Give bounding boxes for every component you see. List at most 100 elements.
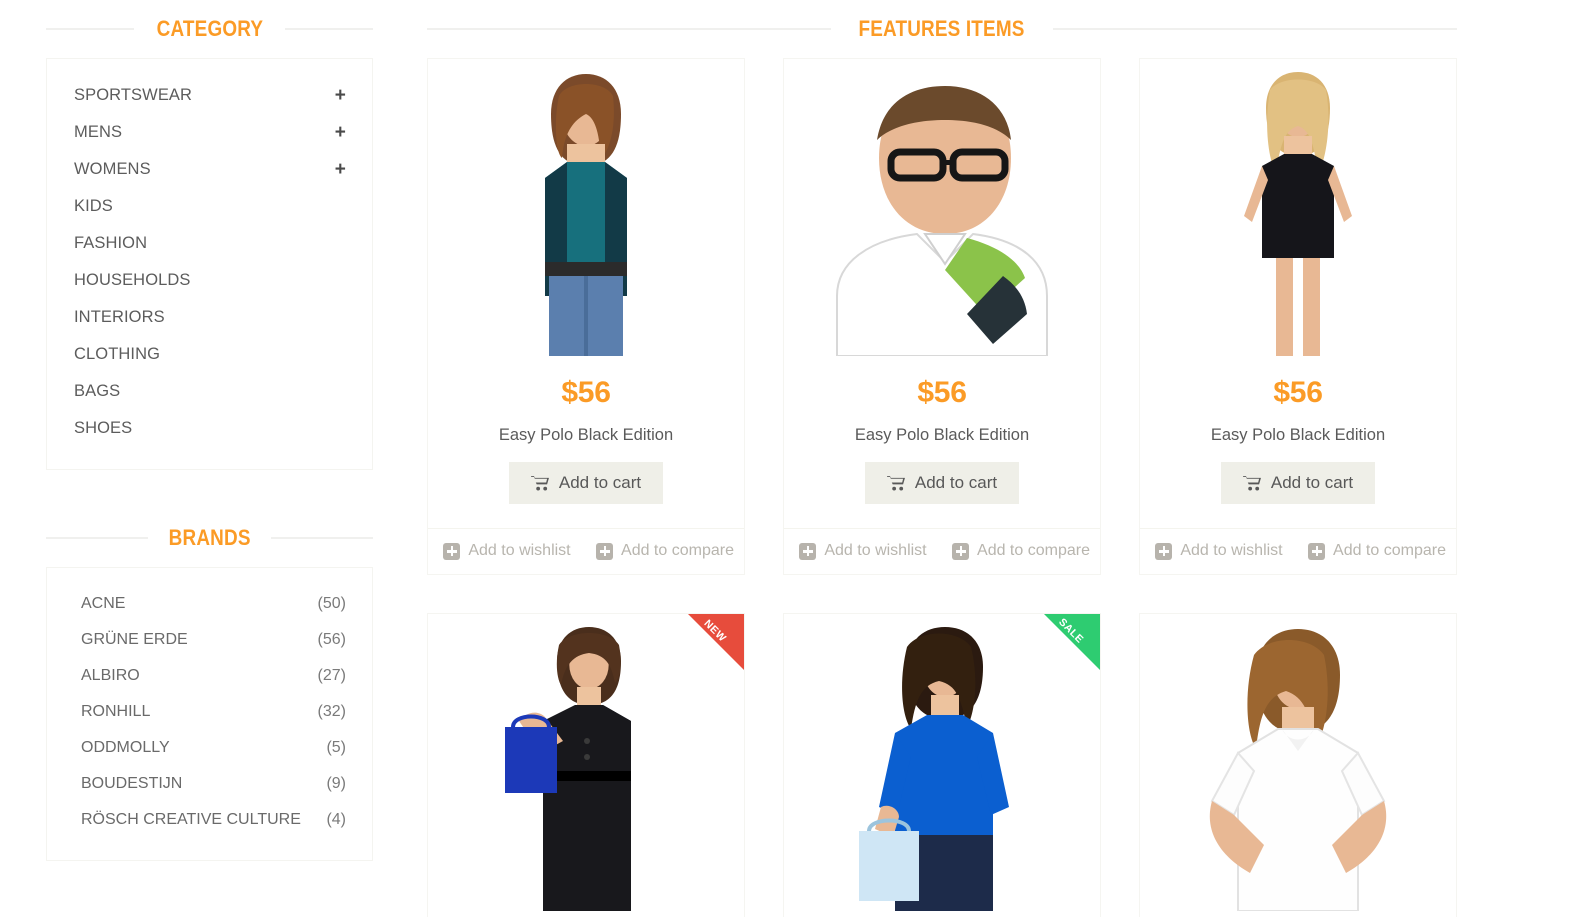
category-item[interactable]: BAGS	[47, 373, 372, 410]
product-card[interactable]: $56 Easy Polo Black Edition Add to cart Add…	[1139, 58, 1457, 575]
features-items-section: FEATURES ITEMS $56 Easy Polo Black Editio…	[427, 0, 1458, 917]
shopping-cart-icon	[886, 475, 906, 491]
brand-item[interactable]: RÖSCH CREATIVE CULTURE (4)	[47, 802, 372, 838]
brand-item-label: BOUDESTIJN	[81, 775, 183, 792]
brand-item-label: GRÜNE ERDE	[81, 631, 188, 648]
brand-item-label: RONHILL	[81, 703, 151, 720]
add-to-compare-link[interactable]: Add to compare	[1298, 542, 1456, 560]
brands-heading-label: BRANDS	[168, 525, 251, 550]
add-to-wishlist-label: Add to wishlist	[1180, 542, 1283, 559]
category-item[interactable]: WOMENS +	[47, 151, 372, 188]
category-item[interactable]: KIDS	[47, 188, 372, 225]
shopping-cart-icon	[1242, 475, 1262, 491]
add-to-cart-button[interactable]: Add to cart	[864, 462, 1020, 504]
product-card-body: $56 Easy Polo Black Edition Add to cart	[1140, 59, 1456, 528]
brand-item[interactable]: ACNE (50)	[47, 586, 372, 622]
category-item-label: MENS	[74, 123, 123, 141]
plus-icon[interactable]: +	[335, 123, 346, 142]
category-item[interactable]: SPORTSWEAR +	[47, 77, 372, 114]
product-grid: $56 Easy Polo Black Edition Add to cart Add…	[427, 58, 1457, 917]
category-item-label: CLOTHING	[74, 345, 161, 363]
brand-item-count: (32)	[317, 703, 346, 720]
product-card[interactable]: $56Easy Polo Black EditionAdd to cartAdd…	[1139, 613, 1457, 917]
brand-item-count: (9)	[326, 775, 346, 792]
brand-item-count: (50)	[317, 595, 346, 612]
sidebar: CATEGORY SPORTSWEAR + MENS + WOMENS + KIDS FASH…	[46, 0, 374, 861]
product-card-body: $56Easy Polo Black EditionAdd to cart	[428, 59, 744, 528]
brand-item-label: RÖSCH CREATIVE CULTURE	[81, 811, 301, 828]
plus-square-icon	[1155, 542, 1173, 560]
plus-icon[interactable]: +	[335, 160, 346, 179]
category-panel: SPORTSWEAR + MENS + WOMENS + KIDS FASHION HOUSEH…	[46, 58, 373, 470]
product-card[interactable]: SALE$56Easy Polo Black EditionAdd to car…	[783, 613, 1101, 917]
category-item-label: FASHION	[74, 234, 148, 252]
category-item[interactable]: CLOTHING	[47, 336, 372, 373]
category-item-label: WOMENS	[74, 160, 151, 178]
category-item[interactable]: INTERIORS	[47, 299, 372, 336]
features-heading-label: FEATURES ITEMS	[858, 16, 1026, 41]
category-item[interactable]: FASHION	[47, 225, 372, 262]
product-card-footer: Add to wishlist Add to compare	[1140, 528, 1456, 574]
category-item-label: BAGS	[74, 382, 121, 400]
product-name: Easy Polo Black Edition	[854, 426, 1030, 444]
brand-item-label: ALBIRO	[81, 667, 140, 684]
brands-heading: BRANDS	[46, 509, 373, 567]
add-to-wishlist-link[interactable]: Add to wishlist	[1140, 542, 1298, 560]
add-to-cart-label: Add to cart	[1270, 473, 1354, 492]
add-to-compare-link[interactable]: Add to compare	[586, 542, 744, 560]
plus-icon[interactable]: +	[335, 86, 346, 105]
product-ribbon	[1044, 614, 1100, 670]
product-card-body: $56Easy Polo Black EditionAdd to cart	[1140, 614, 1456, 917]
heading-rule-right	[285, 28, 374, 30]
category-item-label: HOUSEHOLDS	[74, 271, 191, 289]
add-to-compare-label: Add to compare	[1333, 542, 1446, 559]
product-image[interactable]	[428, 59, 744, 356]
product-name: Easy Polo Black Edition	[498, 426, 674, 444]
add-to-compare-link[interactable]: Add to compare	[942, 542, 1100, 560]
product-card[interactable]: $56Easy Polo Black EditionAdd to cartAdd…	[427, 58, 745, 575]
category-heading-label: CATEGORY	[156, 16, 263, 41]
product-card-body: $56 Easy Polo Black Edition Add to cart	[784, 59, 1100, 528]
add-to-wishlist-label: Add to wishlist	[824, 542, 927, 559]
product-name: Easy Polo Black Edition	[1210, 426, 1386, 444]
add-to-cart-label: Add to cart	[914, 473, 998, 492]
add-to-wishlist-link[interactable]: Add to wishlist	[428, 542, 586, 560]
product-image[interactable]	[1140, 614, 1456, 911]
product-card-footer: Add to wishlist Add to compare	[428, 528, 744, 574]
product-image[interactable]	[784, 59, 1100, 356]
heading-rule-right	[1052, 28, 1458, 30]
product-card[interactable]: NEW$56Easy Polo Black EditionAdd to cart…	[427, 613, 745, 917]
shopping-cart-icon	[530, 475, 550, 491]
category-item-label: SHOES	[74, 419, 133, 437]
product-card-footer: Add to wishlist Add to compare	[784, 528, 1100, 574]
product-image[interactable]	[1140, 59, 1456, 356]
category-heading: CATEGORY	[46, 0, 374, 58]
brand-item-count: (5)	[326, 739, 346, 756]
plus-square-icon	[1308, 542, 1326, 560]
brand-item-count: (4)	[326, 811, 346, 828]
add-to-cart-button[interactable]: Add to cart	[1220, 462, 1376, 504]
plus-square-icon	[596, 542, 614, 560]
add-to-cart-button[interactable]: Add to cart	[508, 462, 664, 504]
product-price: $56	[917, 376, 967, 409]
product-price: $56	[1273, 376, 1323, 409]
brand-item[interactable]: BOUDESTIJN (9)	[47, 766, 372, 802]
product-card[interactable]: $56 Easy Polo Black Edition Add to cart Add…	[783, 58, 1101, 575]
brand-item[interactable]: RONHILL (32)	[47, 694, 372, 730]
brands-panel: ACNE (50) GRÜNE ERDE (56) ALBIRO (27) RONHILL (…	[46, 567, 373, 861]
brand-item[interactable]: ALBIRO (27)	[47, 658, 372, 694]
add-to-wishlist-link[interactable]: Add to wishlist	[784, 542, 942, 560]
brand-item[interactable]: GRÜNE ERDE (56)	[47, 622, 372, 658]
plus-square-icon	[952, 542, 970, 560]
add-to-wishlist-label: Add to wishlist	[468, 542, 571, 559]
heading-rule-left	[46, 537, 148, 539]
add-to-compare-label: Add to compare	[621, 542, 734, 559]
category-item[interactable]: HOUSEHOLDS	[47, 262, 372, 299]
category-item[interactable]: MENS +	[47, 114, 372, 151]
plus-square-icon	[443, 542, 461, 560]
product-ribbon	[688, 614, 744, 670]
heading-rule-right	[271, 537, 373, 539]
category-item[interactable]: SHOES	[47, 410, 372, 447]
plus-square-icon	[799, 542, 817, 560]
brand-item[interactable]: ODDMOLLY (5)	[47, 730, 372, 766]
